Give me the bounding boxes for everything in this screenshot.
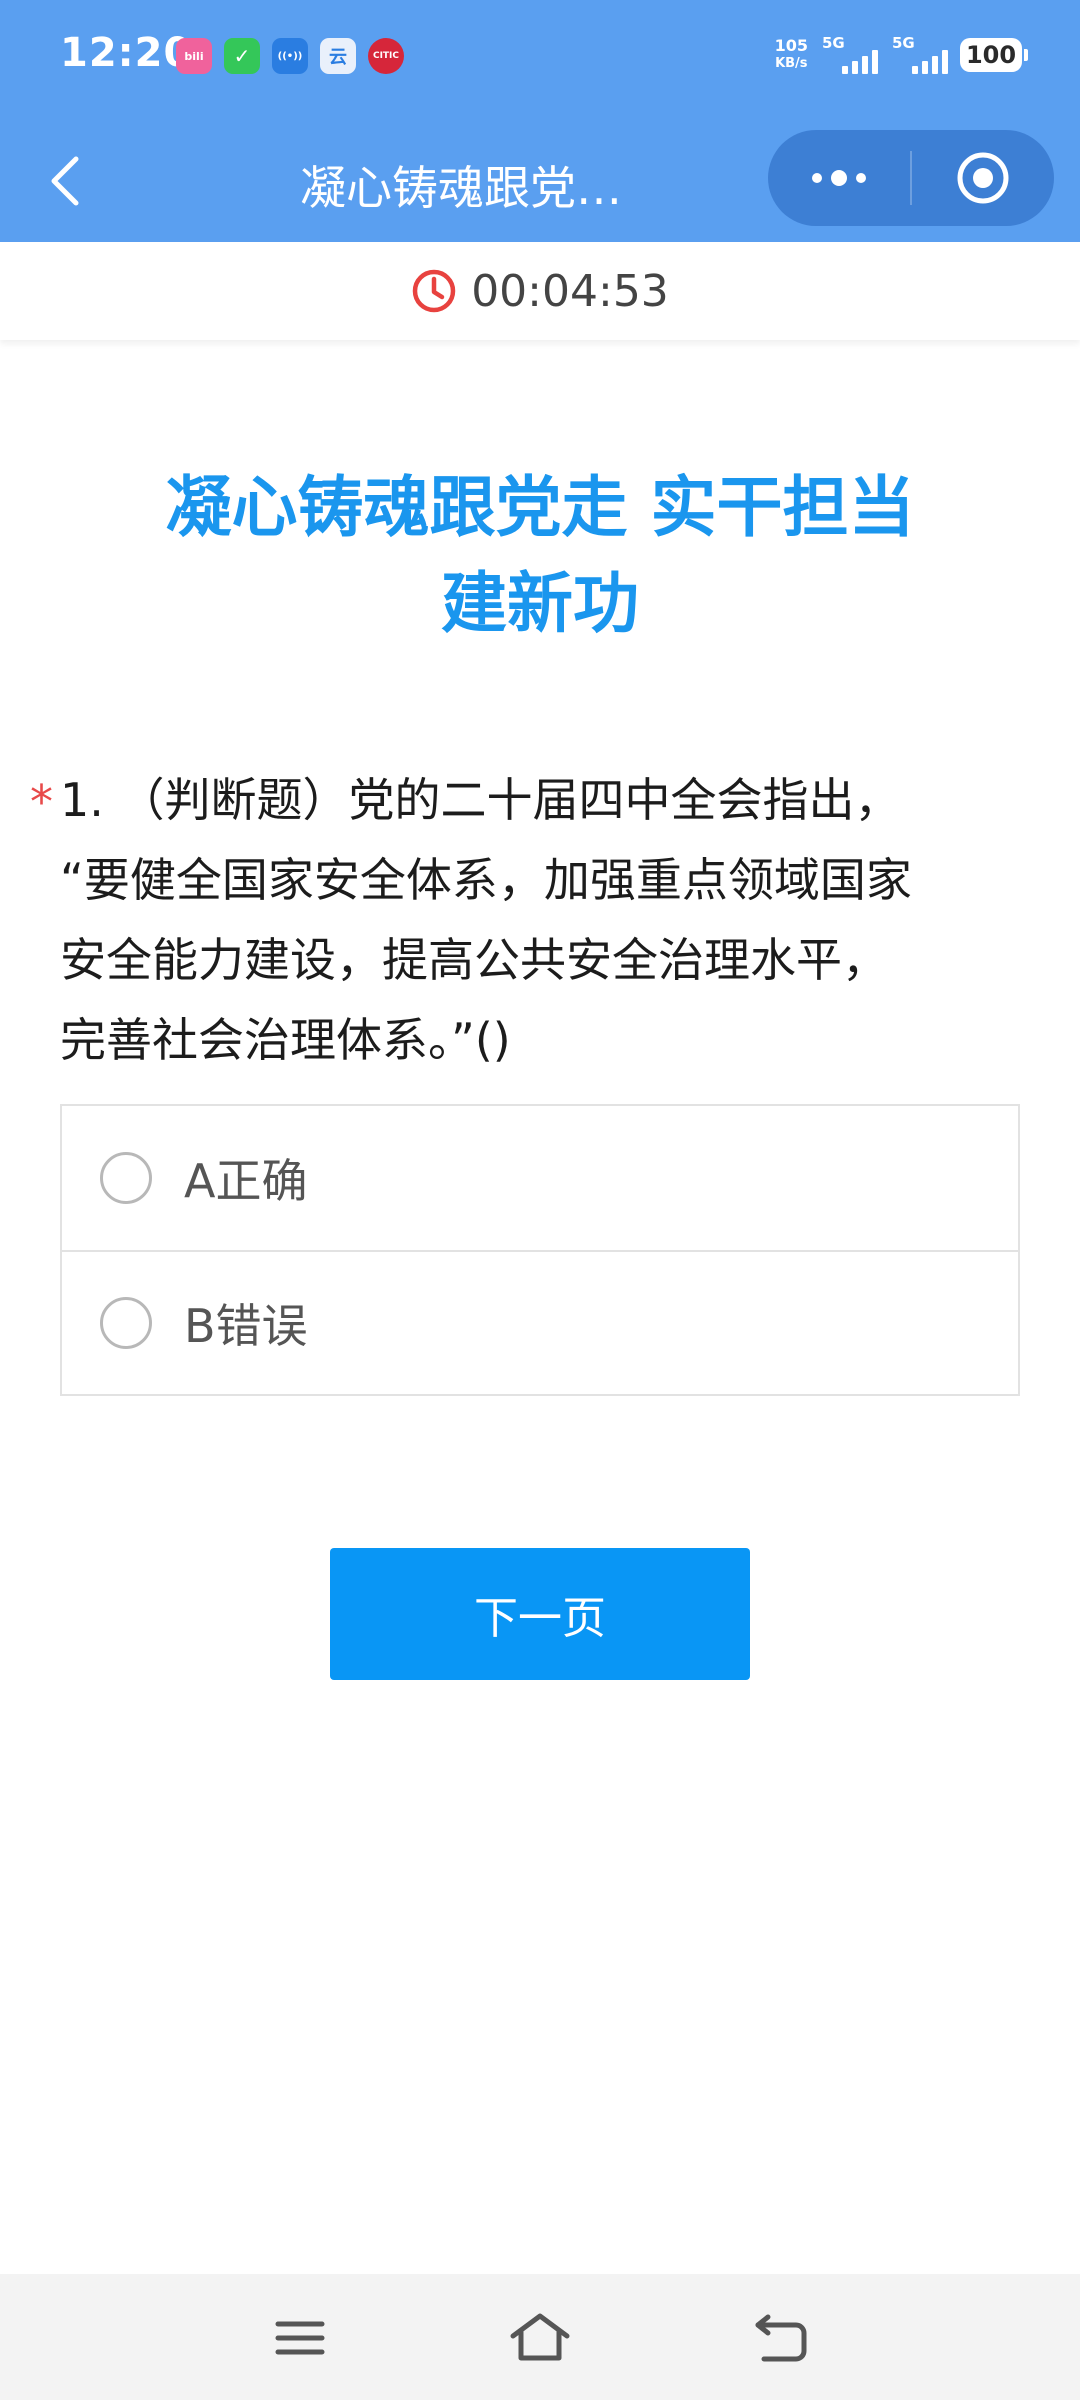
signal-strength-icon: 5G — [820, 34, 878, 76]
answer-options: A正确 B错误 — [60, 1104, 1020, 1396]
app-header: 12:20 bili ✓ ((•)) 云 CITIC 105 KB/s 5G 5… — [0, 0, 1080, 242]
timer-bar: 00:04:53 — [0, 242, 1080, 340]
home-icon — [510, 2313, 570, 2361]
back-button[interactable] — [30, 146, 100, 216]
radio-button[interactable] — [100, 1152, 152, 1204]
more-dots-icon — [812, 170, 866, 186]
cloud-app-icon: 云 — [320, 38, 356, 74]
network-speed-unit: KB/s — [775, 56, 808, 71]
notification-icons: bili ✓ ((•)) 云 CITIC — [176, 38, 404, 74]
home-button[interactable] — [500, 2298, 580, 2378]
close-miniprogram-button[interactable] — [912, 130, 1054, 226]
status-time: 12:20 — [60, 30, 193, 76]
target-close-icon — [957, 152, 1009, 204]
option-b[interactable]: B错误 — [62, 1250, 1018, 1394]
radio-button[interactable] — [100, 1297, 152, 1349]
survey-title-line-2: 建新功 — [441, 565, 639, 642]
question-line: 1. （判断题）党的二十届四中全会指出， — [60, 773, 901, 827]
network-speed: 105 KB/s — [775, 37, 808, 73]
clock-icon — [412, 269, 456, 313]
option-a[interactable]: A正确 — [62, 1106, 1018, 1250]
bilibili-icon: bili — [176, 38, 212, 74]
citic-icon: CITIC — [368, 38, 404, 74]
page-title: 凝心铸魂跟党… — [300, 161, 622, 215]
menu-icon — [275, 2321, 325, 2355]
status-indicators: 105 KB/s 5G 5G 100 — [775, 34, 1028, 76]
countdown-timer: 00:04:53 — [471, 265, 669, 317]
miniprogram-capsule — [768, 130, 1054, 226]
chevron-left-icon — [51, 156, 79, 206]
signal-strength-icon: 5G — [890, 34, 948, 76]
option-label: A正确 — [184, 1154, 308, 1208]
hotspot-icon: ((•)) — [272, 38, 308, 74]
next-page-button[interactable]: 下一页 — [330, 1548, 750, 1680]
more-button[interactable] — [768, 130, 910, 226]
wechat-pay-icon: ✓ — [224, 38, 260, 74]
system-navigation-bar — [0, 2274, 1080, 2400]
network-speed-value: 105 — [774, 36, 808, 55]
question-text: 1. （判断题）党的二十届四中全会指出， “要健全国家安全体系，加强重点领域国家… — [30, 760, 1020, 1080]
battery-icon: 100 — [960, 38, 1028, 72]
option-label: B错误 — [184, 1299, 308, 1353]
required-mark: * — [30, 775, 53, 829]
question-line: 安全能力建设，提高公共安全治理水平， — [60, 933, 888, 987]
question-line: 完善社会治理体系。”() — [60, 1013, 511, 1067]
back-nav-button[interactable] — [740, 2298, 820, 2378]
nav-bar: 凝心铸魂跟党… — [0, 116, 1080, 242]
recent-apps-button[interactable] — [260, 2298, 340, 2378]
back-icon — [755, 2314, 807, 2362]
survey-title-line-1: 凝心铸魂跟党走 实干担当 — [165, 469, 915, 546]
status-bar: 12:20 bili ✓ ((•)) 云 CITIC 105 KB/s 5G 5… — [0, 0, 1080, 116]
question-line: “要健全国家安全体系，加强重点领域国家 — [60, 853, 912, 907]
survey-title: 凝心铸魂跟党走 实干担当 建新功 — [80, 460, 1000, 652]
question-block: * 1. （判断题）党的二十届四中全会指出， “要健全国家安全体系，加强重点领域… — [30, 760, 1020, 1080]
